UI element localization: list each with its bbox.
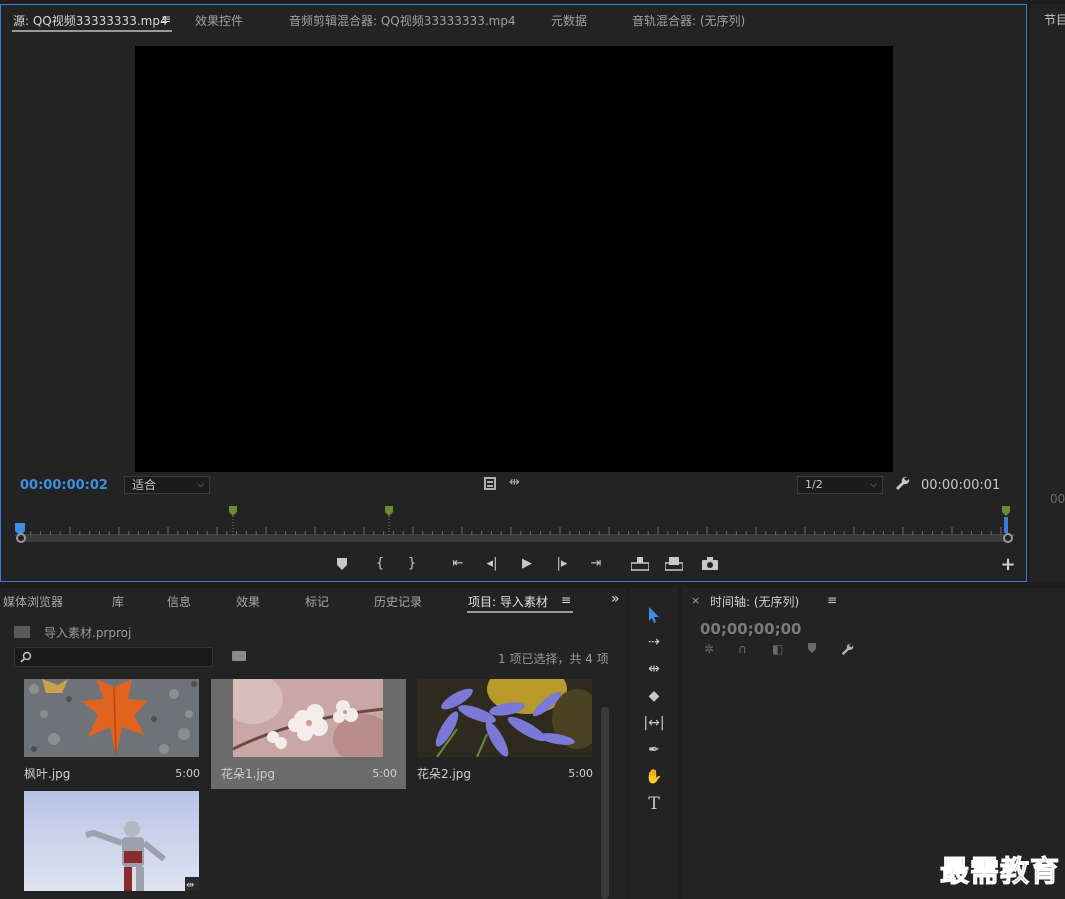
clip-duration: 5:00 (568, 767, 593, 780)
clip-name: 枫叶.jpg (24, 767, 71, 781)
chevron-down-icon: ⌵ (197, 480, 204, 490)
zoom-scrollbar[interactable] (21, 536, 1009, 542)
add-marker-icon[interactable] (808, 642, 816, 656)
duration-timecode: 00:00:00:01 (921, 478, 1001, 493)
play-icon[interactable]: ▶ (516, 553, 538, 575)
wrench-icon[interactable] (894, 475, 910, 491)
drag-audio-icon[interactable]: ⇹ (509, 475, 520, 490)
clip-item-4[interactable]: ⇹ (14, 791, 209, 899)
hand-tool-icon[interactable]: ✋ (642, 766, 666, 788)
nest-icon[interactable]: ✲ (704, 642, 714, 656)
go-to-in-icon[interactable]: ⇤ (447, 553, 469, 575)
clip-duration: 5:00 (175, 767, 200, 780)
add-marker-button[interactable] (331, 553, 353, 575)
source-panel-menu-icon[interactable]: ≡ (161, 12, 171, 26)
folder-icon (14, 626, 30, 638)
tab-audio-clip-mixer[interactable]: 音频剪辑混合器: QQ视频33333333.mp4 (289, 12, 516, 29)
razor-tool-icon[interactable]: ◆ (642, 685, 666, 707)
ripple-edit-tool-icon[interactable]: ⇹ (642, 658, 666, 680)
chevron-down-icon: ⌵ (870, 480, 877, 490)
clip-name: 花朵1.jpg (221, 767, 276, 781)
thumbnail-hero-figure: ⇹ (24, 791, 199, 891)
project-panel-menu-icon[interactable]: ≡ (561, 593, 571, 607)
clip-item-flower2[interactable]: 花朵2.jpg 5:00 (407, 679, 602, 789)
slip-tool-icon[interactable]: |↔| (642, 712, 666, 734)
zoom-fit-value: 适合 (132, 478, 157, 492)
tab-metadata[interactable]: 元数据 (551, 12, 587, 29)
step-forward-icon[interactable]: |▸ (551, 553, 573, 575)
program-monitor-panel: 节目 00 (1030, 4, 1065, 582)
clip-item-flower1[interactable]: 花朵1.jpg 5:00 (211, 679, 406, 789)
clip-grid-scrollbar[interactable] (601, 707, 609, 899)
tab-markers[interactable]: 标记 (305, 593, 329, 610)
tab-libraries[interactable]: 库 (112, 593, 124, 610)
mark-out-button[interactable]: } (401, 553, 423, 575)
project-search-input[interactable] (14, 647, 213, 667)
snap-magnet-icon[interactable]: ∩ (738, 642, 747, 656)
scrollbar-handle-right[interactable] (1003, 533, 1013, 543)
active-tab-underline (467, 611, 573, 613)
current-timecode[interactable]: 00:00:00:02 (20, 478, 108, 493)
type-tool-icon[interactable]: T (642, 793, 666, 815)
tab-project[interactable]: 项目: 导入素材 (468, 593, 548, 610)
go-to-out-icon[interactable]: ⇥ (585, 553, 607, 575)
drag-video-icon[interactable] (484, 477, 496, 490)
close-icon[interactable]: × (691, 594, 700, 607)
source-tabs: 源: QQ视频33333333.mp4 ≡ 效果控件 音频剪辑混合器: QQ视频… (1, 5, 1026, 33)
button-editor-plus-icon[interactable]: + (999, 556, 1017, 574)
active-tab-underline (12, 30, 172, 32)
tab-timeline[interactable]: 时间轴: (无序列) (710, 593, 799, 610)
marker-icon (385, 506, 393, 535)
tab-overflow-icon[interactable]: » (611, 591, 620, 607)
tab-effect-controls[interactable]: 效果控件 (195, 12, 243, 29)
scrollbar-handle-left[interactable] (16, 533, 26, 543)
svg-text:⇹: ⇹ (186, 880, 194, 891)
insert-icon[interactable] (629, 553, 651, 575)
mark-in-button[interactable]: { (369, 553, 391, 575)
timeline-timecode[interactable]: 00;00;00;00 (700, 620, 802, 638)
thumbnail-maple-leaf (24, 679, 199, 757)
clip-grid: 枫叶.jpg 5:00 花朵1.jpg 5:00 花朵2.jpg 5:00 ⇹ (14, 679, 612, 899)
playback-resolution-select[interactable]: 1/2 ⌵ (797, 476, 883, 494)
step-back-icon[interactable]: ◂| (481, 553, 503, 575)
new-search-bin-icon[interactable] (232, 651, 246, 661)
marker-icon (229, 506, 237, 535)
tab-effects[interactable]: 效果 (236, 593, 260, 610)
selection-count: 1 项已选择，共 4 项 (498, 652, 609, 666)
source-monitor-panel: 源: QQ视频33333333.mp4 ≡ 效果控件 音频剪辑混合器: QQ视频… (0, 4, 1027, 582)
tab-audio-track-mixer[interactable]: 音轨混合器: (无序列) (632, 12, 745, 29)
tab-source[interactable]: 源: QQ视频33333333.mp4 (13, 12, 168, 29)
tools-panel: ⇢ ⇹ ◆ |↔| ✒ ✋ T (630, 588, 678, 899)
thumbnail-cherry-blossom (233, 679, 383, 757)
video-preview[interactable] (135, 46, 893, 472)
time-ruler[interactable] (15, 499, 1015, 539)
tab-history[interactable]: 历史记录 (374, 593, 422, 610)
playback-resolution-value: 1/2 (805, 478, 823, 491)
tab-info[interactable]: 信息 (167, 593, 191, 610)
out-marker-icon (1002, 506, 1010, 533)
project-file-name: 导入素材.prproj (44, 626, 132, 640)
tab-program[interactable]: 节目 (1044, 11, 1065, 28)
clip-name: 花朵2.jpg (417, 767, 472, 781)
tab-media-browser[interactable]: 媒体浏览器 (3, 593, 63, 610)
program-timecode: 00 (1050, 492, 1065, 506)
track-select-tool-icon[interactable]: ⇢ (642, 631, 666, 653)
selection-tool-icon[interactable] (642, 604, 666, 626)
thumbnail-purple-flower (417, 679, 592, 757)
timeline-menu-icon[interactable]: ≡ (827, 593, 837, 607)
overwrite-icon[interactable] (663, 553, 685, 575)
clip-item-maple[interactable]: 枫叶.jpg 5:00 (14, 679, 209, 789)
zoom-fit-select[interactable]: 适合 ⌵ (124, 476, 210, 494)
linked-selection-icon[interactable]: ◧ (772, 642, 783, 656)
watermark: 最需教育 (939, 854, 1061, 889)
wrench-icon[interactable] (840, 642, 854, 659)
clip-duration: 5:00 (372, 767, 397, 780)
camera-icon[interactable] (699, 553, 721, 575)
pen-tool-icon[interactable]: ✒ (642, 739, 666, 761)
search-icon (20, 651, 32, 663)
project-panel: 媒体浏览器 库 信息 效果 标记 历史记录 项目: 导入素材 ≡ » 导入素材.… (0, 588, 626, 899)
